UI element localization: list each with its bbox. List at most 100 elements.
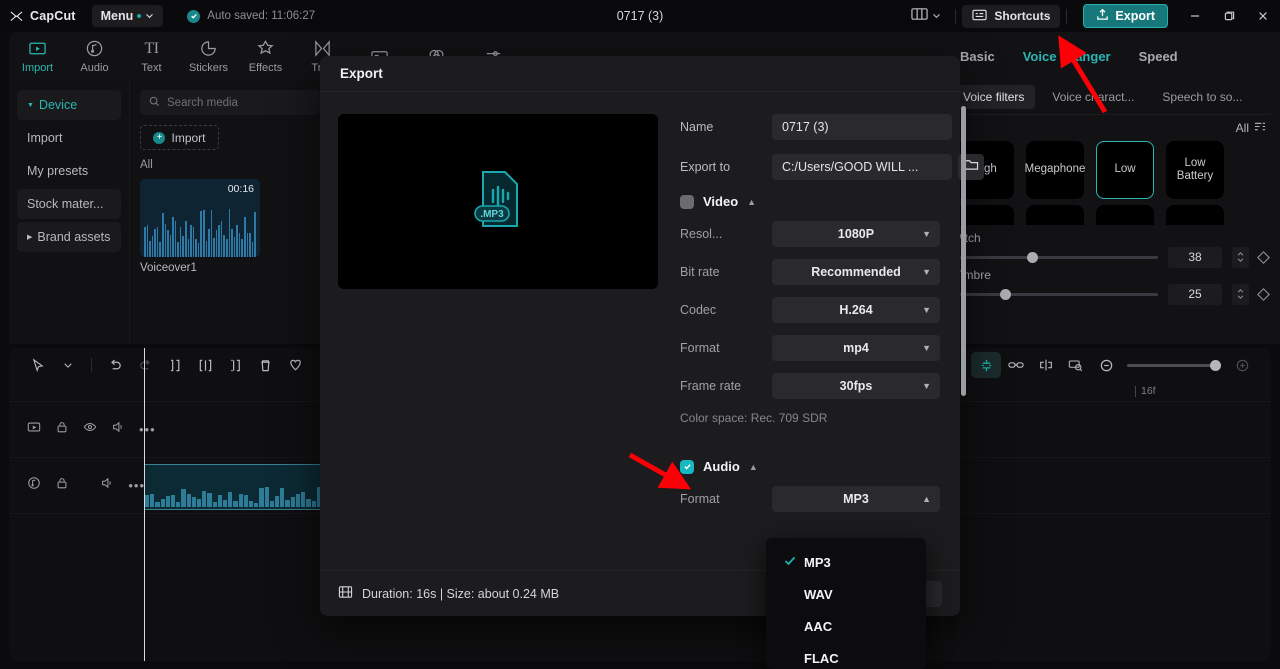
- timbre-keyframe-icon[interactable]: [1257, 287, 1270, 301]
- keyframe-icon[interactable]: [1061, 352, 1091, 378]
- video-format-select[interactable]: mp4 ▼: [772, 335, 940, 361]
- redo-icon[interactable]: [130, 352, 160, 378]
- sidebar-item-import[interactable]: Import: [17, 123, 121, 153]
- pitch-keyframe-icon[interactable]: [1257, 250, 1270, 264]
- split-marker-icon[interactable]: [1031, 352, 1061, 378]
- dialog-scrollbar[interactable]: [961, 106, 966, 396]
- sidebar-item-device[interactable]: ▼ Device: [17, 90, 121, 120]
- check-icon: [784, 555, 804, 569]
- timbre-stepper[interactable]: [1232, 283, 1249, 305]
- split-icon[interactable]: [160, 352, 190, 378]
- trim-left-icon[interactable]: [190, 352, 220, 378]
- zoom-slider[interactable]: [1127, 359, 1221, 371]
- inspector-tabs: Basic Voice changer Speed: [938, 32, 1280, 80]
- preset-placeholder[interactable]: [1026, 205, 1084, 225]
- tab-effects[interactable]: Effects: [237, 39, 294, 74]
- subtab-speech-to-song[interactable]: Speech to so...: [1151, 85, 1253, 109]
- sidebar-item-label: My presets: [27, 164, 89, 178]
- maximize-button[interactable]: [1212, 0, 1246, 32]
- tab-stickers[interactable]: Stickers: [180, 39, 237, 74]
- tab-speed[interactable]: Speed: [1139, 49, 1178, 64]
- zoom-in-icon[interactable]: [1227, 352, 1257, 378]
- dropdown-option-flac[interactable]: FLAC: [766, 642, 926, 669]
- minimize-button[interactable]: [1178, 0, 1212, 32]
- waveform: [144, 209, 256, 257]
- dropdown-option-aac[interactable]: AAC: [766, 610, 926, 642]
- audio-format-select[interactable]: MP3 ▲: [772, 486, 940, 512]
- audio-checkbox[interactable]: [680, 459, 694, 474]
- library-filter-all[interactable]: All: [140, 159, 320, 171]
- zoom-slider-knob[interactable]: [1210, 359, 1221, 371]
- framerate-select[interactable]: 30fps ▼: [772, 373, 940, 399]
- resolution-select[interactable]: 1080P ▼: [772, 221, 940, 247]
- link-icon[interactable]: [1001, 352, 1031, 378]
- export-button[interactable]: Export: [1083, 4, 1168, 28]
- dropdown-option-mp3[interactable]: MP3: [766, 546, 926, 578]
- timbre-value[interactable]: 25: [1168, 283, 1222, 305]
- tab-audio[interactable]: Audio: [66, 39, 123, 74]
- audio-track-mute-icon[interactable]: [100, 476, 114, 495]
- menu-button[interactable]: Menu: [91, 5, 164, 27]
- freeze-icon[interactable]: [280, 352, 310, 378]
- codec-select[interactable]: H.264 ▼: [772, 297, 940, 323]
- chevron-up-icon[interactable]: ▲: [749, 462, 758, 472]
- filter-all-button[interactable]: All: [1236, 121, 1266, 135]
- media-item[interactable]: 00:16 Voiceover1: [140, 179, 260, 274]
- video-track-visibility-icon[interactable]: [83, 420, 97, 439]
- trim-right-icon[interactable]: [220, 352, 250, 378]
- zoom-out-icon[interactable]: [1091, 352, 1121, 378]
- pitch-slider-knob[interactable]: [1026, 251, 1038, 263]
- tab-voice-changer[interactable]: Voice changer: [1023, 49, 1111, 64]
- video-track-mute-icon[interactable]: [111, 420, 125, 439]
- svg-text:.MP3: .MP3: [480, 209, 504, 220]
- bitrate-select[interactable]: Recommended ▼: [772, 259, 940, 285]
- timbre-slider-knob[interactable]: [1000, 288, 1011, 300]
- import-media-button[interactable]: + Import: [140, 125, 219, 150]
- tab-import[interactable]: Import: [9, 39, 66, 74]
- search-input[interactable]: Search media: [140, 90, 320, 115]
- audio-track-header: •••: [9, 458, 145, 513]
- layout-button[interactable]: [903, 7, 949, 26]
- undo-icon[interactable]: [100, 352, 130, 378]
- pitch-value[interactable]: 38: [1168, 246, 1222, 268]
- divider: [955, 8, 957, 24]
- name-input[interactable]: 0717 (3): [772, 114, 952, 140]
- sidebar-item-label: Import: [27, 131, 63, 145]
- audio-track-more-icon[interactable]: •••: [128, 479, 145, 492]
- pitch-slider[interactable]: [954, 251, 1158, 263]
- tab-label: Import: [21, 61, 54, 74]
- pitch-stepper[interactable]: [1232, 246, 1249, 268]
- keyboard-icon: [972, 9, 988, 24]
- export-path-input[interactable]: C:/Users/GOOD WILL ...: [772, 154, 952, 180]
- delete-icon[interactable]: [250, 352, 280, 378]
- select-tool-icon[interactable]: [23, 352, 53, 378]
- video-track-lock-icon[interactable]: [55, 420, 69, 439]
- chevron-down-icon[interactable]: [53, 352, 83, 378]
- timeline-toolbar-right: [971, 352, 1257, 378]
- tab-text[interactable]: TI Text: [123, 39, 180, 74]
- sidebar-item-my-presets[interactable]: My presets: [17, 156, 121, 186]
- audio-format-value: MP3: [843, 492, 869, 506]
- pitch-row: 38: [954, 246, 1270, 268]
- playhead[interactable]: [144, 348, 145, 661]
- divider: [91, 358, 92, 372]
- preset-placeholder[interactable]: [1166, 205, 1224, 225]
- close-button[interactable]: [1246, 0, 1280, 32]
- capcut-window: CapCut Menu Auto saved: 11:06:27 0717 (3…: [0, 0, 1280, 669]
- shortcuts-button[interactable]: Shortcuts: [962, 4, 1061, 28]
- filter-all-label: All: [1235, 121, 1249, 135]
- video-checkbox[interactable]: [680, 194, 694, 209]
- resolution-value: 1080P: [837, 227, 875, 241]
- sidebar-item-brand-assets[interactable]: ▶ Brand assets: [17, 222, 121, 252]
- timbre-slider[interactable]: [954, 288, 1158, 300]
- dropdown-option-wav[interactable]: WAV: [766, 578, 926, 610]
- preset-low-battery[interactable]: Low Battery: [1166, 141, 1224, 199]
- sidebar-item-stock-materials[interactable]: Stock mater...: [17, 189, 121, 219]
- audio-track-lock-icon[interactable]: [55, 476, 69, 495]
- preset-megaphone[interactable]: Megaphone: [1025, 141, 1085, 199]
- subtab-voice-characters[interactable]: Voice charact...: [1041, 85, 1145, 109]
- preset-low[interactable]: Low: [1096, 141, 1154, 199]
- tab-basic[interactable]: Basic: [960, 49, 995, 64]
- chevron-up-icon[interactable]: ▲: [747, 197, 756, 207]
- preset-placeholder[interactable]: [1096, 205, 1154, 225]
